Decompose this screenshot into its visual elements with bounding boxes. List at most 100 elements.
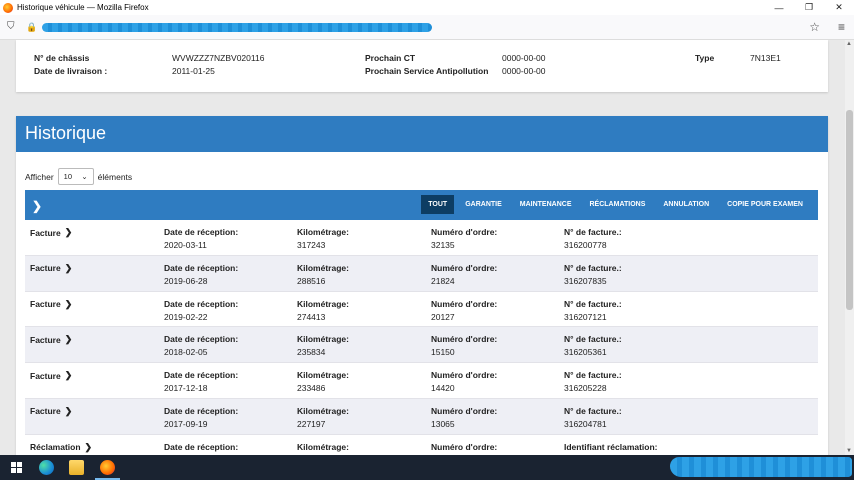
window-titlebar: Historique véhicule — Mozilla Firefox — … xyxy=(0,0,854,15)
cell-value: 316205228 xyxy=(564,383,607,394)
minimize-button[interactable]: — xyxy=(764,0,794,15)
cell-label: Date de réception: xyxy=(164,298,239,309)
scroll-up-icon[interactable]: ▲ xyxy=(846,41,852,47)
edge-browser-icon[interactable] xyxy=(39,460,54,475)
next-ct-label: Prochain CT xyxy=(365,53,416,63)
history-row-type[interactable]: Facture ❯ xyxy=(30,263,72,274)
show-label: Afficher xyxy=(25,171,54,182)
next-ct-value: 0000-00-00 xyxy=(502,53,546,63)
filter-all-button[interactable]: TOUT xyxy=(421,195,455,214)
row-type-label: Facture xyxy=(30,263,61,274)
type-label: Type xyxy=(695,53,715,63)
scrollbar-thumb[interactable] xyxy=(846,110,853,310)
tracking-protection-shield-icon[interactable]: ⛉ xyxy=(7,21,19,33)
history-row[interactable]: Facture ❯ Date de réception: 2017-09-19 Kilo… xyxy=(25,398,818,435)
firefox-taskbar-icon[interactable] xyxy=(100,460,115,475)
page-viewport: N° de châssis WVWZZZ7NZBV020116 Date de … xyxy=(0,40,854,455)
cell-value: 2019-02-22 xyxy=(164,311,208,322)
bookmark-star-icon[interactable]: ☆ xyxy=(809,20,820,34)
cell-label: Date de réception: xyxy=(164,370,239,381)
row-type-label: Réclamation xyxy=(30,442,81,453)
chevron-right-icon[interactable]: ❯ xyxy=(65,334,73,345)
chevron-right-icon[interactable]: ❯ xyxy=(65,370,73,381)
taskbar xyxy=(0,455,854,480)
cell-label: Numéro d'ordre: xyxy=(431,227,498,237)
history-cell: Date de réception: 2017-09-19 xyxy=(164,406,238,429)
history-cell: Date de réception: 2019-06-28 xyxy=(164,263,238,286)
filter-cancellation-button[interactable]: ANNULATION xyxy=(656,195,716,214)
cell-label: N° de facture.: xyxy=(564,370,622,381)
cell-value: 21824 xyxy=(431,275,455,286)
history-cell: Date de réception: xyxy=(164,442,238,455)
maximize-button[interactable]: ❐ xyxy=(794,0,824,15)
windows-start-icon[interactable] xyxy=(11,462,22,473)
filter-maintenance-button[interactable]: MAINTENANCE xyxy=(513,195,579,214)
menu-icon[interactable]: ≡ xyxy=(838,20,845,34)
chevron-right-icon[interactable]: ❯ xyxy=(65,263,73,274)
history-row-type[interactable]: Facture ❯ xyxy=(30,334,72,345)
history-row[interactable]: Facture ❯ Date de réception: 2018-02-05 Kilo… xyxy=(25,327,818,364)
history-cell: Kilométrage: 274413 xyxy=(297,299,349,322)
history-cell: Kilométrage: 317243 xyxy=(297,227,349,250)
scroll-down-icon[interactable]: ▼ xyxy=(846,448,852,454)
chevron-right-icon[interactable]: ❯ xyxy=(65,227,73,238)
history-cell: N° de facture.: 316207121 xyxy=(564,299,622,322)
history-cell: Kilométrage: 235834 xyxy=(297,334,349,357)
cell-value: 2017-12-18 xyxy=(164,383,208,394)
chevron-right-icon[interactable]: ❯ xyxy=(65,299,73,310)
history-cell: Numéro d'ordre: 13065 xyxy=(431,406,497,429)
row-type-label: Facture xyxy=(30,227,61,238)
history-cell: Kilométrage: 233486 xyxy=(297,370,349,393)
cell-label: Numéro d'ordre: xyxy=(431,441,498,452)
history-row[interactable]: Facture ❯ Date de réception: 2017-12-18 Kilo… xyxy=(25,363,818,399)
cell-label: Kilométrage: xyxy=(297,370,349,381)
cell-value: 274413 xyxy=(297,311,326,322)
redacted-url xyxy=(42,23,433,32)
history-row-type[interactable]: Réclamation ❯ xyxy=(30,442,92,453)
lock-icon[interactable]: 🔒 xyxy=(26,22,37,33)
history-row[interactable]: Facture ❯ Date de réception: 2019-02-22 Kilo… xyxy=(25,292,818,328)
file-explorer-icon[interactable] xyxy=(69,460,84,475)
cell-label: Numéro d'ordre: xyxy=(431,405,498,416)
chassis-value: WVWZZZ7NZBV020116 xyxy=(172,53,265,63)
history-cell: Numéro d'ordre: 20127 xyxy=(431,299,497,322)
cell-value: 15150 xyxy=(431,347,455,358)
cell-value: 316205361 xyxy=(564,347,607,358)
cell-value: 13065 xyxy=(431,418,455,429)
cell-label: N° de facture.: xyxy=(564,405,622,416)
cell-label: Date de réception: xyxy=(164,262,239,273)
page-length-select[interactable]: 10 ⌄ xyxy=(57,168,94,185)
chevron-right-icon[interactable]: ❯ xyxy=(32,199,42,213)
address-bar[interactable]: 🔒 xyxy=(26,18,786,37)
cell-value: 2020-03-11 xyxy=(164,240,207,250)
vertical-scrollbar[interactable]: ▲ ▼ xyxy=(845,40,854,455)
history-cell: N° de facture.: 316204781 xyxy=(564,406,622,429)
history-cell: Date de réception: 2017-12-18 xyxy=(164,370,238,393)
cell-value: 316204781 xyxy=(564,418,607,429)
history-row[interactable]: Réclamation ❯ Date de réception: Kilométrag… xyxy=(25,435,818,455)
cell-value: 2017-09-19 xyxy=(164,418,208,429)
filter-exam-copy-button[interactable]: COPIE POUR EXAMEN xyxy=(720,195,810,214)
history-row[interactable]: Facture ❯ Date de réception: 2020-03-11 Kilo… xyxy=(25,220,818,256)
chevron-right-icon[interactable]: ❯ xyxy=(65,406,73,417)
history-row-type[interactable]: Facture ❯ xyxy=(30,299,72,310)
history-row-type[interactable]: Facture ❯ xyxy=(30,370,72,381)
row-type-label: Facture xyxy=(30,370,61,381)
history-cell: Identifiant réclamation: xyxy=(564,442,658,455)
cell-value: 20127 xyxy=(431,311,455,322)
history-row[interactable]: Facture ❯ Date de réception: 2019-06-28 Kilo… xyxy=(25,255,818,292)
filter-claims-button[interactable]: RÉCLAMATIONS xyxy=(583,195,653,214)
history-row-type[interactable]: Facture ❯ xyxy=(30,227,72,238)
cell-label: Kilométrage: xyxy=(297,227,349,237)
chevron-right-icon[interactable]: ❯ xyxy=(85,442,93,453)
filter-warranty-button[interactable]: GARANTIE xyxy=(458,195,509,214)
redacted-system-tray xyxy=(670,457,852,477)
close-button[interactable]: ✕ xyxy=(824,0,854,15)
cell-value: 316207121 xyxy=(564,311,607,322)
cell-value: 32135 xyxy=(431,240,455,250)
cell-label: Numéro d'ordre: xyxy=(431,370,498,381)
history-cell: Kilométrage: 227197 xyxy=(297,406,349,429)
window-title: Historique véhicule — Mozilla Firefox xyxy=(17,3,149,12)
row-type-label: Facture xyxy=(30,299,61,310)
history-row-type[interactable]: Facture ❯ xyxy=(30,406,72,417)
